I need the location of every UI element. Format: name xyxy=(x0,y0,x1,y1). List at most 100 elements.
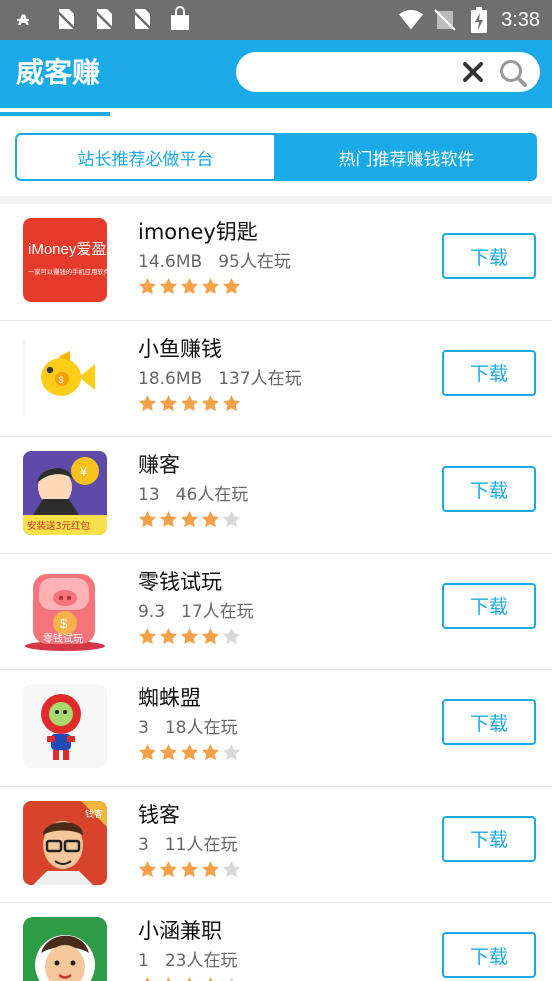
list-item[interactable]: iMoney爱盈利 一家可以赚钱的手机应用软件 imoney钥匙 14.6MB 9… xyxy=(0,204,552,321)
app-list: iMoney爱盈利 一家可以赚钱的手机应用软件 imoney钥匙 14.6MB 9… xyxy=(0,204,552,981)
zhuanke-app-icon: ¥ 安装送3元红包 xyxy=(23,451,107,535)
star-filled-icon xyxy=(201,277,220,295)
imoney-icon-text: iMoney爱盈利 xyxy=(28,241,107,258)
app-header: 威客赚 xyxy=(0,40,552,108)
app-title: 威客赚 xyxy=(16,56,101,89)
star-filled-icon xyxy=(187,976,192,981)
star-filled-icon xyxy=(180,394,199,411)
app-name: 蜘蛛盟 xyxy=(138,686,201,710)
list-item[interactable]: 钱客 钱客 3 11人在玩 下载 xyxy=(0,787,552,903)
piggy-bank-icon: $ 零钱试玩 xyxy=(23,567,107,652)
star-filled-icon xyxy=(201,510,220,528)
star-filled-icon xyxy=(159,394,178,411)
app-name: 零钱试玩 xyxy=(138,569,222,594)
star-empty-icon xyxy=(222,627,241,644)
app-size: 9.3 xyxy=(138,601,166,622)
svg-text:¥: ¥ xyxy=(79,464,88,479)
app-players: 137人在玩 xyxy=(218,368,302,389)
wifi-icon xyxy=(399,8,424,32)
app-size: 1 xyxy=(138,951,149,971)
download-button[interactable]: 下载 xyxy=(442,815,536,862)
star-filled-icon xyxy=(166,976,171,981)
list-item[interactable]: $ 零钱试玩 零钱试玩 9.3 17人在玩 下载 xyxy=(0,554,552,670)
rating-stars xyxy=(138,510,241,529)
tab-webmaster-recommended[interactable]: 站长推荐必做平台 xyxy=(15,133,276,181)
app-meta: 3 11人在玩 xyxy=(138,833,237,857)
star-filled-icon xyxy=(159,860,178,877)
star-filled-icon xyxy=(138,394,157,411)
star-filled-icon xyxy=(159,277,178,295)
star-empty-icon xyxy=(222,743,241,761)
rating-stars xyxy=(138,743,241,762)
rating-stars xyxy=(138,860,241,879)
app-name: 钱客 xyxy=(138,802,180,827)
search-input[interactable] xyxy=(236,52,540,92)
app-size: 13 xyxy=(138,485,160,505)
star-filled-icon xyxy=(222,277,241,295)
rating-stars xyxy=(138,976,241,981)
star-filled-icon xyxy=(180,860,199,877)
app-players: 18人在玩 xyxy=(164,718,238,738)
app-meta: 3 18人在玩 xyxy=(138,716,237,740)
star-filled-icon xyxy=(222,394,241,411)
app-size: 14.6MB xyxy=(138,252,203,272)
star-filled-icon xyxy=(180,627,199,644)
star-filled-icon xyxy=(159,627,178,644)
qianke-icon-text: 钱客 xyxy=(85,808,103,820)
clear-icon[interactable] xyxy=(462,61,484,83)
no-signal-icon xyxy=(433,8,457,32)
svg-text:$: $ xyxy=(60,616,68,631)
app-meta: 13 46人在玩 xyxy=(138,483,248,507)
app-name: 赚客 xyxy=(138,453,180,477)
list-item[interactable]: 小涵兼职 1 23人在玩 下载 xyxy=(0,903,552,981)
app-meta: 18.6MB 137人在玩 xyxy=(138,367,302,391)
list-item[interactable]: 蜘蛛盟 3 18人在玩 下载 xyxy=(0,670,552,787)
download-button[interactable]: 下载 xyxy=(442,233,536,279)
clock: 3:38 xyxy=(501,9,540,31)
status-bar: A 3:38 xyxy=(0,0,552,40)
tab-hot-money-apps[interactable]: 热门推荐赚钱软件 xyxy=(276,133,537,181)
star-filled-icon xyxy=(180,743,199,761)
app-meta: 9.3 17人在玩 xyxy=(138,600,254,624)
app-size: 18.6MB xyxy=(138,368,203,389)
list-item[interactable]: ¥ 安装送3元红包 赚客 13 46人在玩 下载 xyxy=(0,437,552,554)
app-name: 小涵兼职 xyxy=(138,919,222,943)
font-icon: A xyxy=(16,7,40,31)
download-button[interactable]: 下载 xyxy=(442,349,536,396)
star-empty-icon xyxy=(229,976,234,981)
app-meta: 1 23人在玩 xyxy=(138,949,237,973)
app-players: 17人在玩 xyxy=(181,601,254,622)
zhuanke-icon-text: 安装送3元红包 xyxy=(27,520,91,532)
spiderman-character-icon xyxy=(23,684,107,768)
star-filled-icon xyxy=(201,394,220,411)
download-button[interactable]: 下载 xyxy=(442,466,536,512)
yellow-fish-icon: $ xyxy=(23,334,107,419)
star-filled-icon xyxy=(208,976,213,981)
search-icon[interactable] xyxy=(498,58,528,88)
star-filled-icon xyxy=(159,510,178,528)
star-filled-icon xyxy=(159,743,178,761)
download-button[interactable]: 下载 xyxy=(442,932,536,978)
download-button[interactable]: 下载 xyxy=(442,582,536,629)
app-size: 3 xyxy=(138,834,149,855)
no-sim-icon xyxy=(54,7,78,31)
star-empty-icon xyxy=(222,860,241,877)
star-filled-icon xyxy=(201,860,220,877)
rating-stars xyxy=(138,394,241,413)
imoney-icon-subtext: 一家可以赚钱的手机应用软件 xyxy=(28,267,107,276)
star-filled-icon xyxy=(180,510,199,528)
shopping-bag-icon xyxy=(168,6,192,31)
download-button[interactable]: 下载 xyxy=(442,699,536,745)
rating-stars xyxy=(138,627,241,646)
app-players: 95人在玩 xyxy=(218,252,291,272)
star-empty-icon xyxy=(222,510,241,528)
rating-stars xyxy=(138,277,241,296)
app-players: 23人在玩 xyxy=(164,951,238,971)
qianke-man-icon: 钱客 xyxy=(23,800,107,885)
app-name: 小鱼赚钱 xyxy=(138,336,222,361)
star-filled-icon xyxy=(145,976,150,981)
app-meta: 14.6MB 95人在玩 xyxy=(138,250,291,274)
list-item[interactable]: $ 小鱼赚钱 18.6MB 137人在玩 下载 xyxy=(0,321,552,437)
app-size: 3 xyxy=(138,718,149,738)
star-filled-icon xyxy=(138,860,157,877)
